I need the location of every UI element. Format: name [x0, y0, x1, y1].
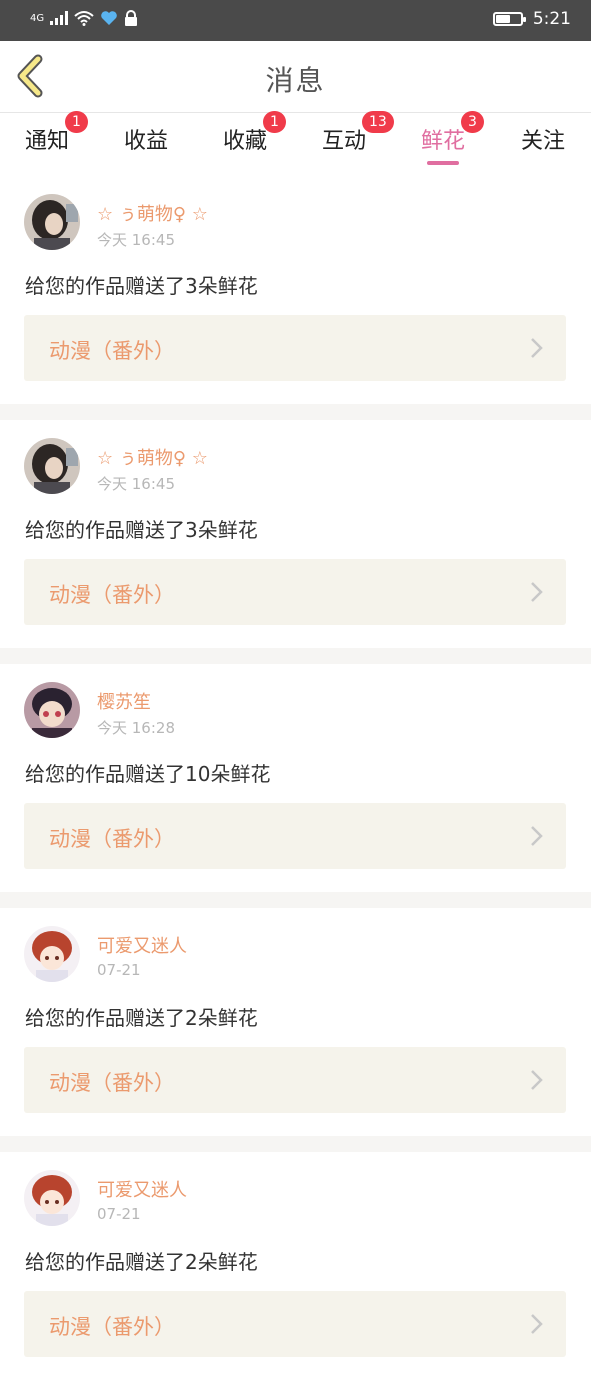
timestamp: 今天 16:28	[97, 719, 175, 737]
user-name[interactable]: 可爱又迷人	[97, 932, 187, 958]
work-link[interactable]: 动漫（番外）	[24, 803, 566, 869]
avatar[interactable]	[24, 194, 80, 250]
tab-bar: 通知 1 收益 收藏 1 互动 13 鲜花 3 关注	[0, 111, 591, 173]
divider	[0, 404, 591, 420]
tab-interactions[interactable]: 互动 13	[304, 111, 394, 155]
active-tab-indicator	[427, 161, 459, 165]
message-list: ☆ ぅ萌物♀ ☆ 今天 16:45 给您的作品赠送了3朵鲜花 动漫（番外） ☆ …	[0, 176, 591, 1380]
divider	[0, 1136, 591, 1152]
work-title: 动漫（番外）	[49, 1071, 175, 1095]
work-link[interactable]: 动漫（番外）	[24, 315, 566, 381]
tab-label: 收益	[123, 129, 168, 154]
message-text: 给您的作品赠送了10朵鲜花	[25, 762, 271, 786]
chevron-right-icon	[531, 1070, 543, 1090]
page-title: 消息	[265, 64, 326, 97]
clock: 5:21	[532, 9, 571, 29]
chevron-right-icon	[531, 826, 543, 846]
message-text: 给您的作品赠送了2朵鲜花	[25, 1006, 258, 1030]
heart-app-icon	[101, 11, 117, 25]
divider	[0, 892, 591, 908]
tab-label: 收藏	[222, 129, 267, 154]
work-title: 动漫（番外）	[49, 1315, 175, 1339]
avatar[interactable]	[24, 1170, 80, 1226]
avatar[interactable]	[24, 438, 80, 494]
chevron-right-icon	[531, 338, 543, 358]
tab-earnings[interactable]: 收益	[106, 123, 186, 155]
avatar[interactable]	[24, 682, 80, 738]
work-title: 动漫（番外）	[49, 583, 175, 607]
status-bar: 4G 5:21	[0, 0, 591, 41]
tab-label: 鲜花	[420, 129, 465, 154]
chevron-right-icon	[531, 1314, 543, 1334]
unread-badge: 3	[461, 111, 484, 133]
work-link[interactable]: 动漫（番外）	[24, 1047, 566, 1113]
timestamp: 今天 16:45	[97, 475, 175, 493]
lock-icon	[125, 10, 138, 26]
wifi-icon	[74, 11, 94, 26]
header: 消息	[0, 41, 591, 113]
user-name[interactable]: ☆ ぅ萌物♀ ☆	[97, 444, 208, 470]
list-item: 可爱又迷人 07-21 给您的作品赠送了2朵鲜花 动漫（番外）	[0, 908, 591, 1136]
user-name[interactable]: ☆ ぅ萌物♀ ☆	[97, 200, 208, 226]
timestamp: 07-21	[97, 961, 141, 979]
tab-favorites[interactable]: 收藏 1	[205, 111, 286, 155]
divider	[0, 648, 591, 664]
tab-flowers[interactable]: 鲜花 3	[403, 111, 484, 165]
signal-icon	[50, 11, 69, 25]
status-right: 5:21	[492, 9, 571, 29]
chevron-right-icon	[531, 582, 543, 602]
tab-label: 关注	[520, 129, 565, 154]
work-title: 动漫（番外）	[49, 339, 175, 363]
timestamp: 07-21	[97, 1205, 141, 1223]
user-name[interactable]: 樱苏笙	[97, 688, 151, 714]
message-text: 给您的作品赠送了3朵鲜花	[25, 518, 258, 542]
list-item: ☆ ぅ萌物♀ ☆ 今天 16:45 给您的作品赠送了3朵鲜花 动漫（番外）	[0, 420, 591, 648]
unread-badge: 1	[65, 111, 88, 133]
message-text: 给您的作品赠送了3朵鲜花	[25, 274, 258, 298]
work-link[interactable]: 动漫（番外）	[24, 1291, 566, 1357]
battery-icon	[492, 12, 526, 26]
unread-badge: 13	[362, 111, 394, 133]
avatar[interactable]	[24, 926, 80, 982]
list-item: 可爱又迷人 07-21 给您的作品赠送了2朵鲜花 动漫（番外）	[0, 1152, 591, 1380]
user-name[interactable]: 可爱又迷人	[97, 1176, 187, 1202]
timestamp: 今天 16:45	[97, 231, 175, 249]
tab-notifications[interactable]: 通知 1	[7, 111, 88, 155]
message-text: 给您的作品赠送了2朵鲜花	[25, 1250, 258, 1274]
tab-following[interactable]: 关注	[503, 123, 583, 155]
tab-label: 通知	[24, 129, 69, 154]
tab-label: 互动	[321, 129, 366, 154]
network-label: 4G	[30, 12, 45, 24]
list-item: ☆ ぅ萌物♀ ☆ 今天 16:45 给您的作品赠送了3朵鲜花 动漫（番外）	[0, 176, 591, 404]
unread-badge: 1	[263, 111, 286, 133]
work-title: 动漫（番外）	[49, 827, 175, 851]
status-left: 4G	[30, 10, 138, 26]
work-link[interactable]: 动漫（番外）	[24, 559, 566, 625]
list-item: 樱苏笙 今天 16:28 给您的作品赠送了10朵鲜花 动漫（番外）	[0, 664, 591, 892]
